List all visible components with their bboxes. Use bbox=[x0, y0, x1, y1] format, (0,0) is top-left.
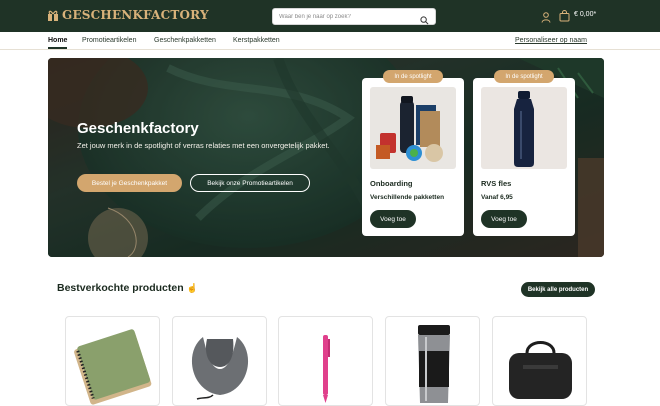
onboarding-product-image bbox=[370, 87, 456, 169]
pointing-hand-icon: ☝ bbox=[186, 283, 198, 293]
nav-home[interactable]: Home bbox=[48, 37, 68, 49]
spotlight-card-name: Onboarding bbox=[370, 179, 413, 188]
view-promo-button[interactable]: Bekijk onze Promotieartikelen bbox=[190, 174, 310, 192]
cart-total[interactable]: € 0,00* bbox=[574, 11, 596, 18]
hero-subtitle: Zet jouw merk in de spotlight of verras … bbox=[77, 141, 330, 150]
logo-text: GESCHENKFACTORY bbox=[62, 8, 209, 22]
spotlight-card-price: Vanaf 6,95 bbox=[481, 194, 513, 201]
spotlight-card-price: Verschillende pakketten bbox=[370, 194, 445, 201]
product-card-duffel-bag[interactable] bbox=[492, 316, 587, 406]
product-card-travel-mug[interactable] bbox=[385, 316, 480, 406]
neck-pillow-product-image bbox=[191, 337, 249, 400]
hero-banner: Geschenkfactory Zet jouw merk in de spot… bbox=[48, 58, 604, 257]
cart-icon[interactable] bbox=[559, 9, 570, 27]
bottle-product-image bbox=[481, 87, 567, 169]
hero-title: Geschenkfactory bbox=[77, 120, 199, 137]
search-input[interactable] bbox=[273, 13, 413, 20]
product-card-pen[interactable] bbox=[278, 316, 373, 406]
nav-promotieartikelen[interactable]: Promotieartikelen bbox=[82, 37, 136, 44]
nav-kerstpakketten[interactable]: Kerstpakketten bbox=[233, 37, 280, 44]
travel-mug-product-image bbox=[418, 325, 450, 403]
personaliseer-link[interactable]: Personaliseer op naam bbox=[515, 37, 587, 44]
product-card-notebook[interactable] bbox=[65, 316, 160, 406]
view-all-products-button[interactable]: Bekijk alle producten bbox=[521, 282, 595, 297]
spotlight-badge: In de spotlight bbox=[383, 70, 443, 83]
pen-product-image bbox=[323, 335, 330, 403]
add-rvs-fles-button[interactable]: Voeg toe bbox=[481, 210, 527, 228]
logo[interactable]: GESCHENKFACTORY bbox=[48, 8, 209, 22]
search-bar[interactable] bbox=[272, 8, 436, 25]
top-bar: GESCHENKFACTORY € 0,00* bbox=[0, 0, 660, 32]
logo-icon bbox=[48, 9, 58, 21]
product-card-neck-pillow[interactable] bbox=[172, 316, 267, 406]
spotlight-card-onboarding[interactable]: In de spotlight Onboarding Verschillende… bbox=[362, 70, 464, 236]
nav-geschenkpakketten[interactable]: Geschenkpakketten bbox=[154, 37, 216, 44]
user-icon[interactable] bbox=[541, 10, 551, 28]
search-icon[interactable] bbox=[420, 12, 429, 30]
main-nav: Home Promotieartikelen Geschenkpakketten… bbox=[0, 32, 660, 50]
spotlight-card-name: RVS fles bbox=[481, 179, 512, 188]
bestsellers-title: Bestverkochte producten bbox=[57, 282, 184, 294]
bestsellers-heading: Bestverkochte producten ☝ bbox=[57, 282, 198, 294]
order-giftpackage-button[interactable]: Bestel je Geschenkpakket bbox=[77, 174, 182, 192]
add-onboarding-button[interactable]: Voeg toe bbox=[370, 210, 416, 228]
notebook-product-image bbox=[74, 329, 152, 405]
spotlight-badge: In de spotlight bbox=[494, 70, 554, 83]
spotlight-card-rvs-fles[interactable]: In de spotlight RVS fles Vanaf 6,95 Voeg… bbox=[473, 70, 575, 236]
duffel-bag-product-image bbox=[509, 341, 572, 399]
